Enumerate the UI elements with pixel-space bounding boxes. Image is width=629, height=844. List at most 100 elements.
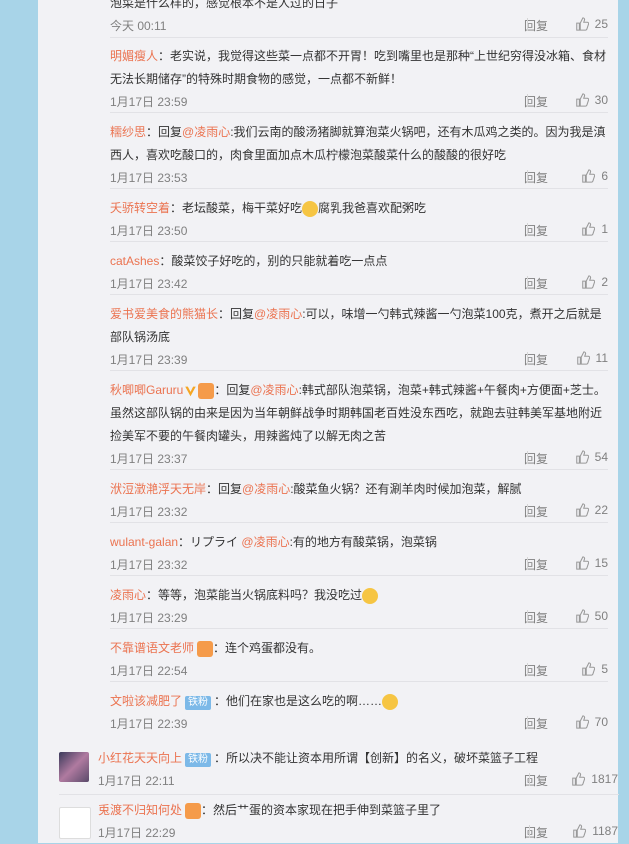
like-button[interactable]: 15	[575, 556, 608, 570]
username-link[interactable]: 夭骄转空着	[110, 201, 170, 215]
comment-meta: 1月17日 23:29 回复 50	[110, 607, 608, 629]
comment-text: 夭骄转空着：老坛酸菜，梅干菜好吃 腐乳我爸喜欢配粥吃	[110, 200, 427, 217]
username-link[interactable]: 洑浢澂滟浮天无岸	[110, 482, 206, 496]
thumbs-up-icon	[582, 275, 596, 289]
reply-button[interactable]: 回复	[524, 772, 548, 789]
timestamp: 1月17日 23:32	[110, 558, 188, 572]
like-button[interactable]: 1817	[571, 772, 618, 786]
like-button[interactable]: 30	[575, 93, 608, 107]
fan-badge-icon	[198, 382, 215, 399]
thumbs-up-icon	[575, 17, 589, 31]
comment-meta: 今天 00:11 回复 25	[110, 15, 608, 37]
list-item: 泡菜是什么样的，感觉根本不是人过的日子 今天 00:11 回复 25	[110, 0, 608, 38]
timestamp: 今天 00:11	[110, 19, 167, 33]
thumbs-up-icon	[575, 715, 589, 729]
comment-text: 凌雨心：等等，泡菜能当火锅底料吗？我没吃过	[110, 581, 608, 607]
divider	[527, 610, 528, 623]
comment-meta: 1月17日 23:53 回复 6	[110, 167, 608, 189]
username-link[interactable]: 糯纱思	[110, 125, 146, 139]
like-button[interactable]: 54	[575, 450, 608, 464]
comment-meta: 1月17日 23:32 回复 15	[110, 554, 608, 576]
thumbs-up-icon	[575, 93, 589, 107]
top-comment: 兎渡不归知何处 ：然后艹蛋的资本家现在把手伸到菜篮子里了 1月17日 22:29 …	[59, 797, 619, 843]
thumbs-up-icon	[575, 609, 589, 623]
comment-meta: 1月17日 23:32 回复 22	[110, 501, 608, 523]
list-item: 文啦该减肥了 铁粉 ：他们在家也是这么吃的啊…… 1月17日 22:39 回复 70	[110, 687, 608, 734]
like-button[interactable]: 1187	[572, 824, 618, 838]
comment-meta: 1月17日 23:50 回复 1	[110, 220, 608, 242]
like-button[interactable]: 1	[581, 222, 608, 236]
timestamp: 1月17日 22:29	[98, 826, 176, 840]
username-link[interactable]: 不靠谱语文老师	[110, 641, 194, 655]
divider	[527, 276, 528, 289]
like-button[interactable]: 22	[575, 503, 608, 517]
like-button[interactable]: 6	[581, 169, 608, 183]
divider	[527, 451, 528, 464]
thumbs-up-icon	[582, 169, 596, 183]
emoji-icon	[382, 693, 399, 710]
like-button[interactable]: 70	[575, 715, 608, 729]
avatar[interactable]	[59, 752, 89, 782]
comment-text: 秋唧唧Garuru ：回复@凌雨心:韩式部队泡菜锅，泡菜+韩式辣酱+午餐肉+方便面…	[110, 382, 606, 443]
mention-link[interactable]: @凌雨心	[241, 535, 289, 549]
timestamp: 1月17日 23:32	[110, 505, 188, 519]
list-item: 凌雨心：等等，泡菜能当火锅底料吗？我没吃过 1月17日 23:29 回复 50	[110, 581, 608, 629]
timestamp: 1月17日 23:50	[110, 224, 188, 238]
timestamp: 1月17日 23:42	[110, 277, 188, 291]
list-item: 不靠谱语文老师 ：连个鸡蛋都没有。 1月17日 22:54 回复 5	[110, 634, 608, 682]
emoji-icon	[302, 200, 319, 217]
like-button[interactable]: 11	[576, 351, 608, 365]
username-link[interactable]: 秋唧唧Garuru	[110, 383, 183, 397]
username-link[interactable]: 兎渡不归知何处	[98, 803, 182, 817]
mention-link[interactable]: @凌雨心	[250, 383, 298, 397]
thumbs-up-icon	[573, 824, 587, 838]
like-button[interactable]: 2	[581, 275, 608, 289]
divider	[527, 716, 528, 729]
comment-text: catAshes：酸菜饺子好吃的，别的只能就着吃一点点	[110, 254, 388, 268]
comment-text: 爱书爱美食的熊猫长：回复@凌雨心:可以，味增一勺韩式辣酱一勺泡菜100克，煮开之…	[110, 307, 602, 344]
thumbs-up-icon	[575, 450, 589, 464]
like-button[interactable]: 5	[581, 662, 608, 676]
username-link[interactable]: 凌雨心	[110, 588, 146, 602]
comment-meta: 1月17日 23:59 回复 30	[110, 91, 608, 113]
mention-link[interactable]: @凌雨心	[242, 482, 290, 496]
username-link[interactable]: 小红花天天向上	[98, 751, 182, 765]
divider	[527, 18, 528, 31]
comment-text: 小红花天天向上 铁粉 ：所以决不能让资本用所谓【创新】的名义，破坏菜篮子工程	[98, 751, 539, 767]
username-link[interactable]: 文啦该减肥了	[110, 694, 182, 708]
thumbs-up-icon	[576, 351, 590, 365]
thumbs-up-icon	[582, 222, 596, 236]
list-item: 夭骄转空着：老坛酸菜，梅干菜好吃 腐乳我爸喜欢配粥吃 1月17日 23:50 回复…	[110, 194, 608, 242]
list-item: 洑浢澂滟浮天无岸：回复@凌雨心:酸菜鱼火锅？还有涮羊肉时候加泡菜，解腻 1月17…	[110, 475, 608, 523]
divider	[527, 504, 528, 517]
top-comment: 小红花天天向上 铁粉 ：所以决不能让资本用所谓【创新】的名义，破坏菜篮子工程 1月1…	[59, 742, 619, 795]
divider	[527, 557, 528, 570]
thumbs-up-icon	[572, 772, 586, 786]
divider	[527, 223, 528, 236]
comment-text: 文啦该减肥了 铁粉 ：他们在家也是这么吃的啊……	[110, 687, 608, 713]
timestamp: 1月17日 22:54	[110, 664, 188, 678]
timestamp: 1月17日 23:29	[110, 611, 188, 625]
username-link[interactable]: catAshes	[110, 254, 159, 268]
username-link[interactable]: wulant-galan	[110, 535, 178, 549]
mention-link[interactable]: @凌雨心	[254, 307, 302, 321]
mention-link[interactable]: @凌雨心	[182, 125, 230, 139]
like-button[interactable]: 50	[575, 609, 608, 623]
username-link[interactable]: 明媚瘦人	[110, 49, 158, 63]
timestamp: 1月17日 23:39	[110, 353, 188, 367]
thumbs-up-icon	[575, 503, 589, 517]
comment-text: wulant-galan：リプライ @凌雨心:有的地方有酸菜锅，泡菜锅	[110, 535, 437, 549]
comment-meta: 1月17日 22:29 回复 1187	[98, 822, 618, 844]
comment-meta: 1月17日 22:11 回复 1817	[98, 770, 618, 792]
emoji-icon	[362, 587, 379, 604]
list-item: 爱书爱美食的熊猫长：回复@凌雨心:可以，味增一勺韩式辣酱一勺泡菜100克，煮开之…	[110, 300, 608, 371]
timestamp: 1月17日 22:11	[98, 774, 175, 788]
avatar[interactable]	[59, 807, 91, 839]
reply-button[interactable]: 回复	[524, 824, 548, 841]
timestamp: 1月17日 22:39	[110, 717, 188, 731]
like-button[interactable]: 25	[575, 17, 608, 31]
comment-meta: 1月17日 23:39 回复 11	[110, 349, 608, 371]
thumbs-up-icon	[582, 662, 596, 676]
username-link[interactable]: 爱书爱美食的熊猫长	[110, 307, 218, 321]
fan-badge-icon	[197, 640, 214, 657]
